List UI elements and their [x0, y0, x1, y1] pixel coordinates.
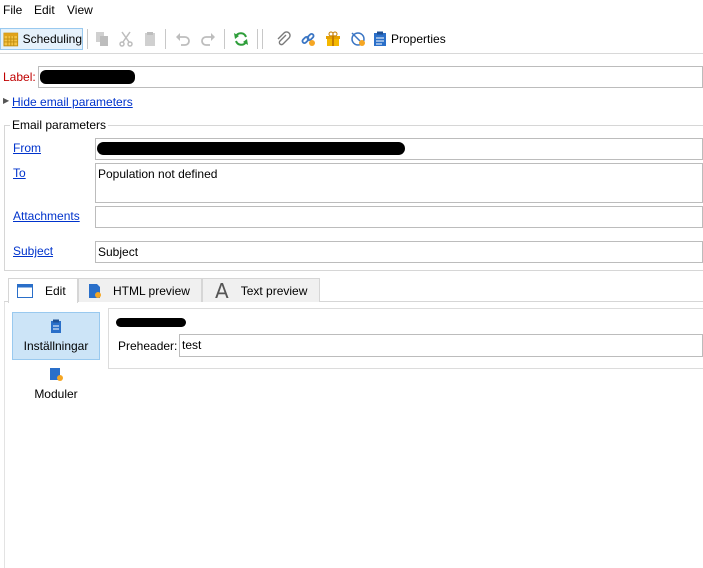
- tracking-button[interactable]: [347, 28, 369, 50]
- letter-a-icon: A: [215, 278, 229, 303]
- attachments-field[interactable]: [95, 206, 703, 228]
- settings-label: Inställningar: [23, 339, 89, 353]
- refresh-button[interactable]: [230, 28, 252, 50]
- scheduling-label: Scheduling: [22, 32, 82, 46]
- attachments-link[interactable]: Attachments: [13, 209, 80, 223]
- settings-button[interactable]: Inställningar: [12, 312, 100, 360]
- modules-label: Moduler: [34, 387, 78, 401]
- clipboard-properties-icon: [374, 31, 386, 46]
- redo-button[interactable]: [197, 28, 219, 50]
- preheader-value: test: [182, 338, 202, 352]
- toolbar: Scheduling Properties: [0, 25, 703, 54]
- to-field[interactable]: Population not defined: [95, 163, 703, 203]
- menu-edit[interactable]: Edit: [34, 3, 55, 17]
- scheduling-button[interactable]: Scheduling: [0, 28, 83, 50]
- hide-email-params-link[interactable]: Hide email parameters: [12, 95, 133, 109]
- redo-icon: [201, 33, 215, 46]
- menu-view[interactable]: View: [67, 3, 93, 17]
- toolbar-separator: [257, 29, 258, 49]
- redacted-text: [97, 142, 405, 155]
- toolbar-separator: [87, 29, 88, 49]
- paperclip-icon: [277, 31, 291, 46]
- to-link[interactable]: To: [13, 166, 26, 180]
- paste-button[interactable]: [140, 28, 160, 50]
- content-left-border: [4, 302, 5, 568]
- toolbar-separator: [262, 29, 263, 49]
- collapse-arrow-icon: ▶: [3, 96, 10, 105]
- clipboard-icon: [145, 32, 155, 46]
- subject-value: Subject: [98, 245, 139, 259]
- preheader-label: Preheader:: [118, 339, 178, 353]
- menu-file[interactable]: File: [3, 3, 22, 17]
- email-params-title: Email parameters: [10, 118, 109, 132]
- toolbar-separator: [165, 29, 166, 49]
- to-value: Population not defined: [98, 167, 218, 181]
- gift-button[interactable]: [322, 28, 344, 50]
- attach-button[interactable]: [272, 28, 294, 50]
- label-input[interactable]: [38, 66, 703, 88]
- subject-input[interactable]: Subject: [95, 241, 703, 263]
- from-link[interactable]: From: [13, 141, 41, 155]
- gift-icon: [326, 31, 340, 46]
- label-caption: Label:: [3, 70, 36, 84]
- preheader-input[interactable]: test: [179, 334, 703, 357]
- subject-link[interactable]: Subject: [13, 244, 53, 258]
- redacted-text: [116, 318, 186, 327]
- tab-edit[interactable]: Edit: [8, 278, 78, 303]
- calendar-icon: [3, 32, 19, 47]
- redacted-text: [40, 70, 135, 84]
- window-icon: [17, 284, 33, 298]
- tab-text-preview-label: Text preview: [240, 283, 308, 298]
- cut-button[interactable]: [116, 28, 136, 50]
- refresh-icon: [234, 32, 248, 46]
- tab-text-preview[interactable]: A Text preview: [202, 278, 320, 302]
- properties-label: Properties: [391, 32, 446, 46]
- clipboard-settings-icon: [51, 319, 61, 333]
- scissors-icon: [119, 31, 133, 47]
- link-button[interactable]: [297, 28, 319, 50]
- tab-html-preview-label: HTML preview: [113, 283, 190, 298]
- undo-icon: [176, 33, 190, 46]
- copy-icon: [96, 32, 108, 46]
- properties-button[interactable]: Properties: [373, 28, 453, 50]
- modules-button[interactable]: Moduler: [12, 364, 100, 404]
- menu-bar: File Edit View: [0, 0, 703, 20]
- tab-edit-label: Edit: [45, 284, 66, 298]
- copy-button[interactable]: [92, 28, 112, 50]
- tab-html-preview[interactable]: HTML preview: [78, 278, 202, 302]
- undo-button[interactable]: [172, 28, 194, 50]
- html-page-icon: [89, 283, 101, 298]
- toolbar-separator: [224, 29, 225, 49]
- link-icon: [301, 33, 315, 46]
- target-icon: [351, 32, 365, 46]
- modules-icon: [50, 368, 63, 381]
